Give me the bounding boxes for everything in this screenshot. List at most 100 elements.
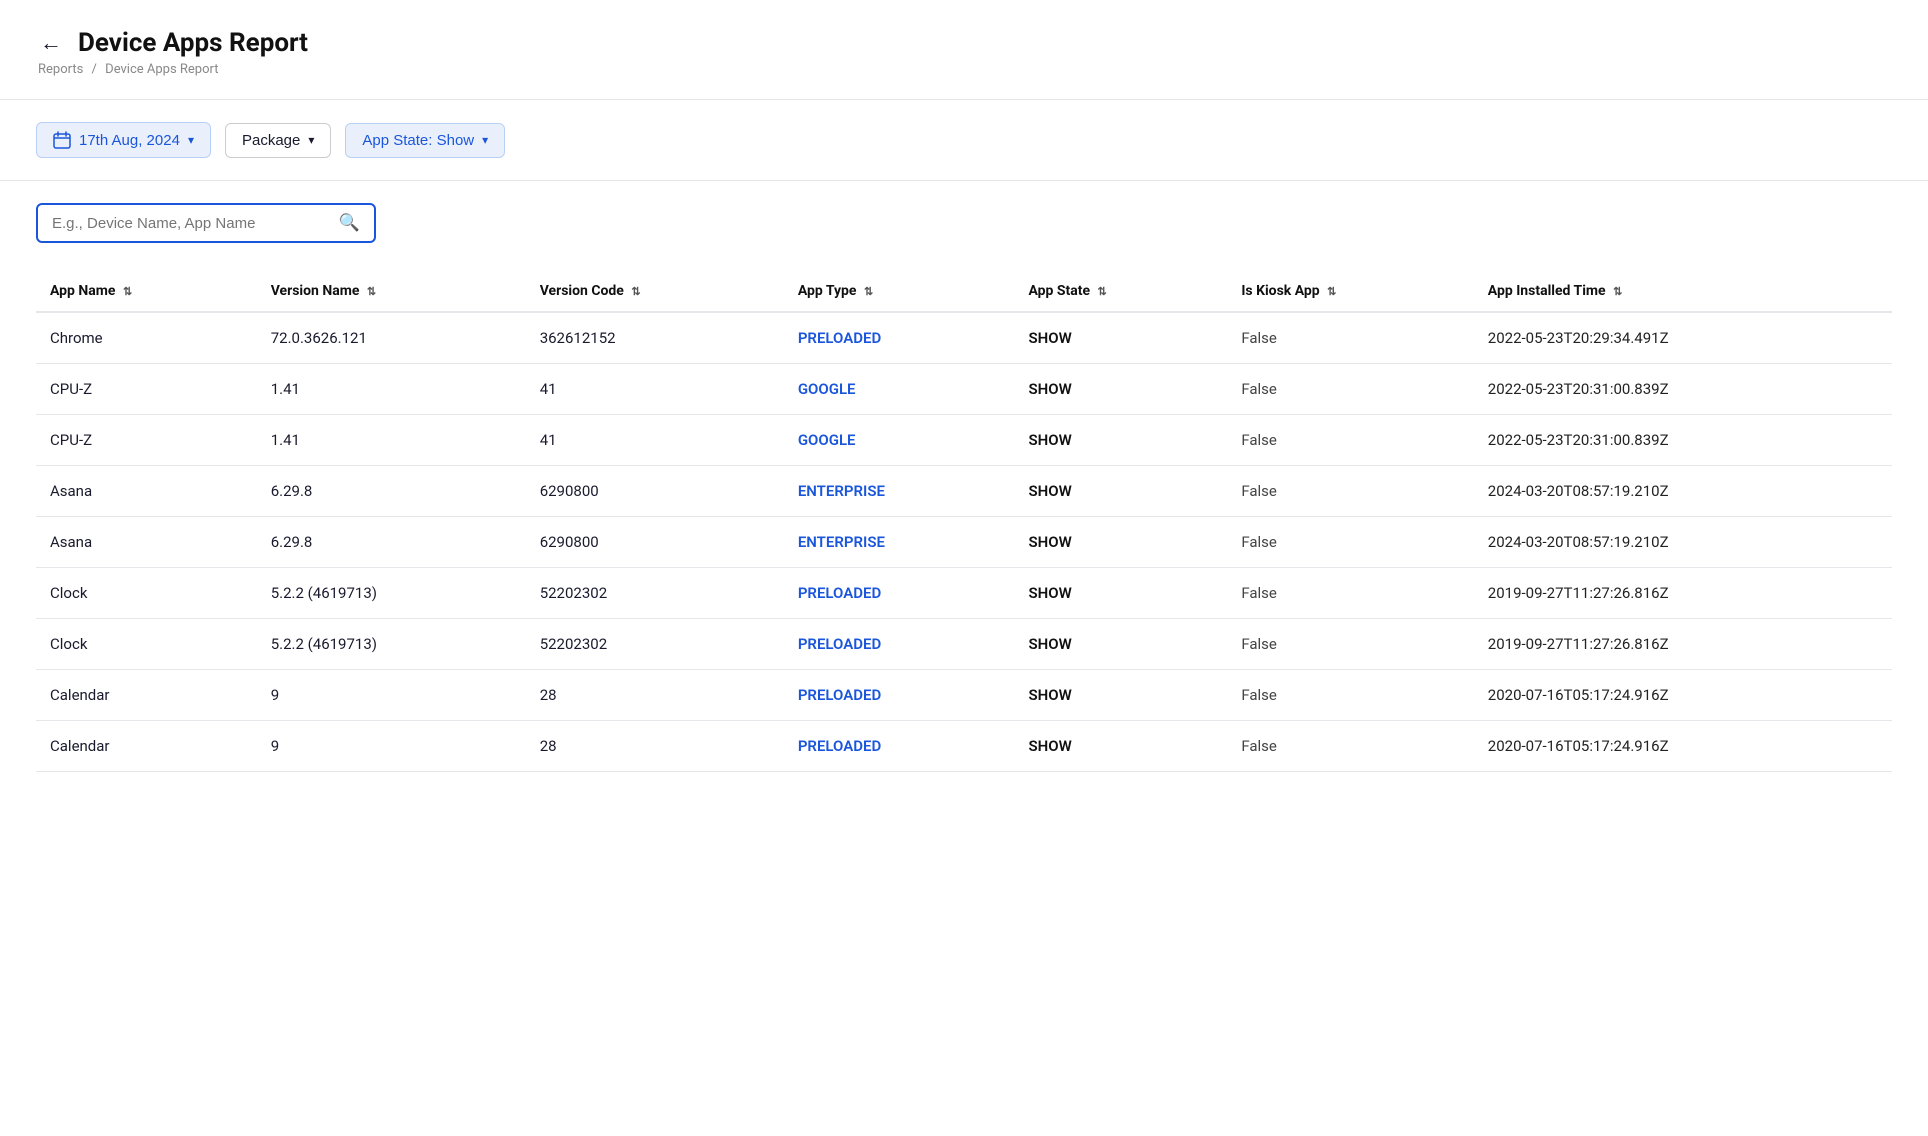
- col-app-installed-time-sort[interactable]: ⇅: [1613, 285, 1622, 298]
- cell-1: 5.2.2 (4619713): [257, 619, 526, 670]
- cell-6: 2019-09-27T11:27:26.816Z: [1474, 619, 1892, 670]
- cell-3: ENTERPRISE: [784, 517, 1015, 568]
- cell-2: 28: [526, 670, 784, 721]
- col-version-code-sort[interactable]: ⇅: [631, 285, 640, 298]
- col-app-state: App State ⇅: [1014, 271, 1227, 312]
- cell-0: Asana: [36, 466, 257, 517]
- table-row[interactable]: Clock5.2.2 (4619713)52202302PRELOADEDSHO…: [36, 568, 1892, 619]
- cell-2: 52202302: [526, 619, 784, 670]
- cell-1: 5.2.2 (4619713): [257, 568, 526, 619]
- cell-3: PRELOADED: [784, 619, 1015, 670]
- search-icon[interactable]: 🔍: [339, 213, 360, 233]
- back-button[interactable]: ←: [36, 30, 66, 56]
- cell-1: 72.0.3626.121: [257, 312, 526, 364]
- table-row[interactable]: CPU-Z1.4141GOOGLESHOWFalse2022-05-23T20:…: [36, 415, 1892, 466]
- cell-5: False: [1227, 721, 1473, 772]
- app-state-filter-label: App State: Show: [362, 132, 474, 149]
- table-row[interactable]: Clock5.2.2 (4619713)52202302PRELOADEDSHO…: [36, 619, 1892, 670]
- cell-5: False: [1227, 466, 1473, 517]
- breadcrumb-current: Device Apps Report: [105, 62, 218, 77]
- cell-4: SHOW: [1014, 415, 1227, 466]
- search-row: 🔍: [36, 203, 1892, 243]
- date-filter-button[interactable]: 17th Aug, 2024 ▾: [36, 122, 211, 158]
- cell-2: 41: [526, 364, 784, 415]
- table-row[interactable]: Calendar928PRELOADEDSHOWFalse2020-07-16T…: [36, 670, 1892, 721]
- table-row[interactable]: Chrome72.0.3626.121362612152PRELOADEDSHO…: [36, 312, 1892, 364]
- col-app-name: App Name ⇅: [36, 271, 257, 312]
- cell-6: 2022-05-23T20:31:00.839Z: [1474, 415, 1892, 466]
- cell-5: False: [1227, 364, 1473, 415]
- package-filter-button[interactable]: Package ▾: [225, 123, 331, 158]
- cell-3: PRELOADED: [784, 568, 1015, 619]
- search-box: 🔍: [36, 203, 376, 243]
- cell-0: Calendar: [36, 721, 257, 772]
- cell-3: GOOGLE: [784, 415, 1015, 466]
- cell-2: 28: [526, 721, 784, 772]
- cell-3: PRELOADED: [784, 670, 1015, 721]
- filter-row: 17th Aug, 2024 ▾ Package ▾ App State: Sh…: [36, 122, 1892, 158]
- cell-6: 2022-05-23T20:29:34.491Z: [1474, 312, 1892, 364]
- cell-0: Asana: [36, 517, 257, 568]
- table-row[interactable]: Calendar928PRELOADEDSHOWFalse2020-07-16T…: [36, 721, 1892, 772]
- col-app-type-sort[interactable]: ⇅: [864, 285, 873, 298]
- cell-4: SHOW: [1014, 619, 1227, 670]
- col-app-state-sort[interactable]: ⇅: [1098, 285, 1107, 298]
- col-version-name-sort[interactable]: ⇅: [367, 285, 376, 298]
- col-is-kiosk-app-sort[interactable]: ⇅: [1327, 285, 1336, 298]
- cell-4: SHOW: [1014, 364, 1227, 415]
- cell-1: 6.29.8: [257, 466, 526, 517]
- col-app-name-sort[interactable]: ⇅: [123, 285, 132, 298]
- cell-6: 2024-03-20T08:57:19.210Z: [1474, 517, 1892, 568]
- cell-3: PRELOADED: [784, 312, 1015, 364]
- cell-1: 1.41: [257, 364, 526, 415]
- package-filter-chevron: ▾: [308, 133, 314, 147]
- cell-5: False: [1227, 415, 1473, 466]
- cell-1: 9: [257, 670, 526, 721]
- cell-4: SHOW: [1014, 721, 1227, 772]
- cell-2: 52202302: [526, 568, 784, 619]
- cell-6: 2020-07-16T05:17:24.916Z: [1474, 721, 1892, 772]
- date-filter-chevron: ▾: [188, 133, 194, 147]
- breadcrumb-parent[interactable]: Reports: [38, 62, 83, 77]
- cell-6: 2022-05-23T20:31:00.839Z: [1474, 364, 1892, 415]
- col-app-type: App Type ⇅: [784, 271, 1015, 312]
- cell-5: False: [1227, 670, 1473, 721]
- cell-5: False: [1227, 517, 1473, 568]
- cell-2: 6290800: [526, 517, 784, 568]
- table-row[interactable]: CPU-Z1.4141GOOGLESHOWFalse2022-05-23T20:…: [36, 364, 1892, 415]
- cell-6: 2019-09-27T11:27:26.816Z: [1474, 568, 1892, 619]
- app-state-filter-chevron: ▾: [482, 133, 488, 147]
- cell-0: Calendar: [36, 670, 257, 721]
- cell-0: CPU-Z: [36, 364, 257, 415]
- breadcrumb-separator: /: [92, 62, 97, 77]
- calendar-icon: [53, 131, 71, 149]
- cell-1: 6.29.8: [257, 517, 526, 568]
- cell-6: 2024-03-20T08:57:19.210Z: [1474, 466, 1892, 517]
- package-filter-label: Package: [242, 132, 300, 149]
- breadcrumb: Reports / Device Apps Report: [36, 62, 1892, 77]
- cell-4: SHOW: [1014, 517, 1227, 568]
- cell-6: 2020-07-16T05:17:24.916Z: [1474, 670, 1892, 721]
- cell-2: 362612152: [526, 312, 784, 364]
- cell-0: Chrome: [36, 312, 257, 364]
- table-row[interactable]: Asana6.29.86290800ENTERPRISESHOWFalse202…: [36, 517, 1892, 568]
- apps-table: App Name ⇅ Version Name ⇅ Version Code ⇅…: [36, 271, 1892, 772]
- cell-3: ENTERPRISE: [784, 466, 1015, 517]
- cell-5: False: [1227, 312, 1473, 364]
- cell-0: CPU-Z: [36, 415, 257, 466]
- cell-3: GOOGLE: [784, 364, 1015, 415]
- table-row[interactable]: Asana6.29.86290800ENTERPRISESHOWFalse202…: [36, 466, 1892, 517]
- cell-1: 1.41: [257, 415, 526, 466]
- col-is-kiosk-app: Is Kiosk App ⇅: [1227, 271, 1473, 312]
- cell-4: SHOW: [1014, 670, 1227, 721]
- cell-4: SHOW: [1014, 312, 1227, 364]
- cell-2: 6290800: [526, 466, 784, 517]
- date-filter-label: 17th Aug, 2024: [79, 132, 180, 149]
- search-input[interactable]: [52, 215, 331, 232]
- col-app-installed-time: App Installed Time ⇅: [1474, 271, 1892, 312]
- app-state-filter-button[interactable]: App State: Show ▾: [345, 123, 505, 158]
- cell-4: SHOW: [1014, 466, 1227, 517]
- cell-2: 41: [526, 415, 784, 466]
- col-version-name: Version Name ⇅: [257, 271, 526, 312]
- cell-5: False: [1227, 619, 1473, 670]
